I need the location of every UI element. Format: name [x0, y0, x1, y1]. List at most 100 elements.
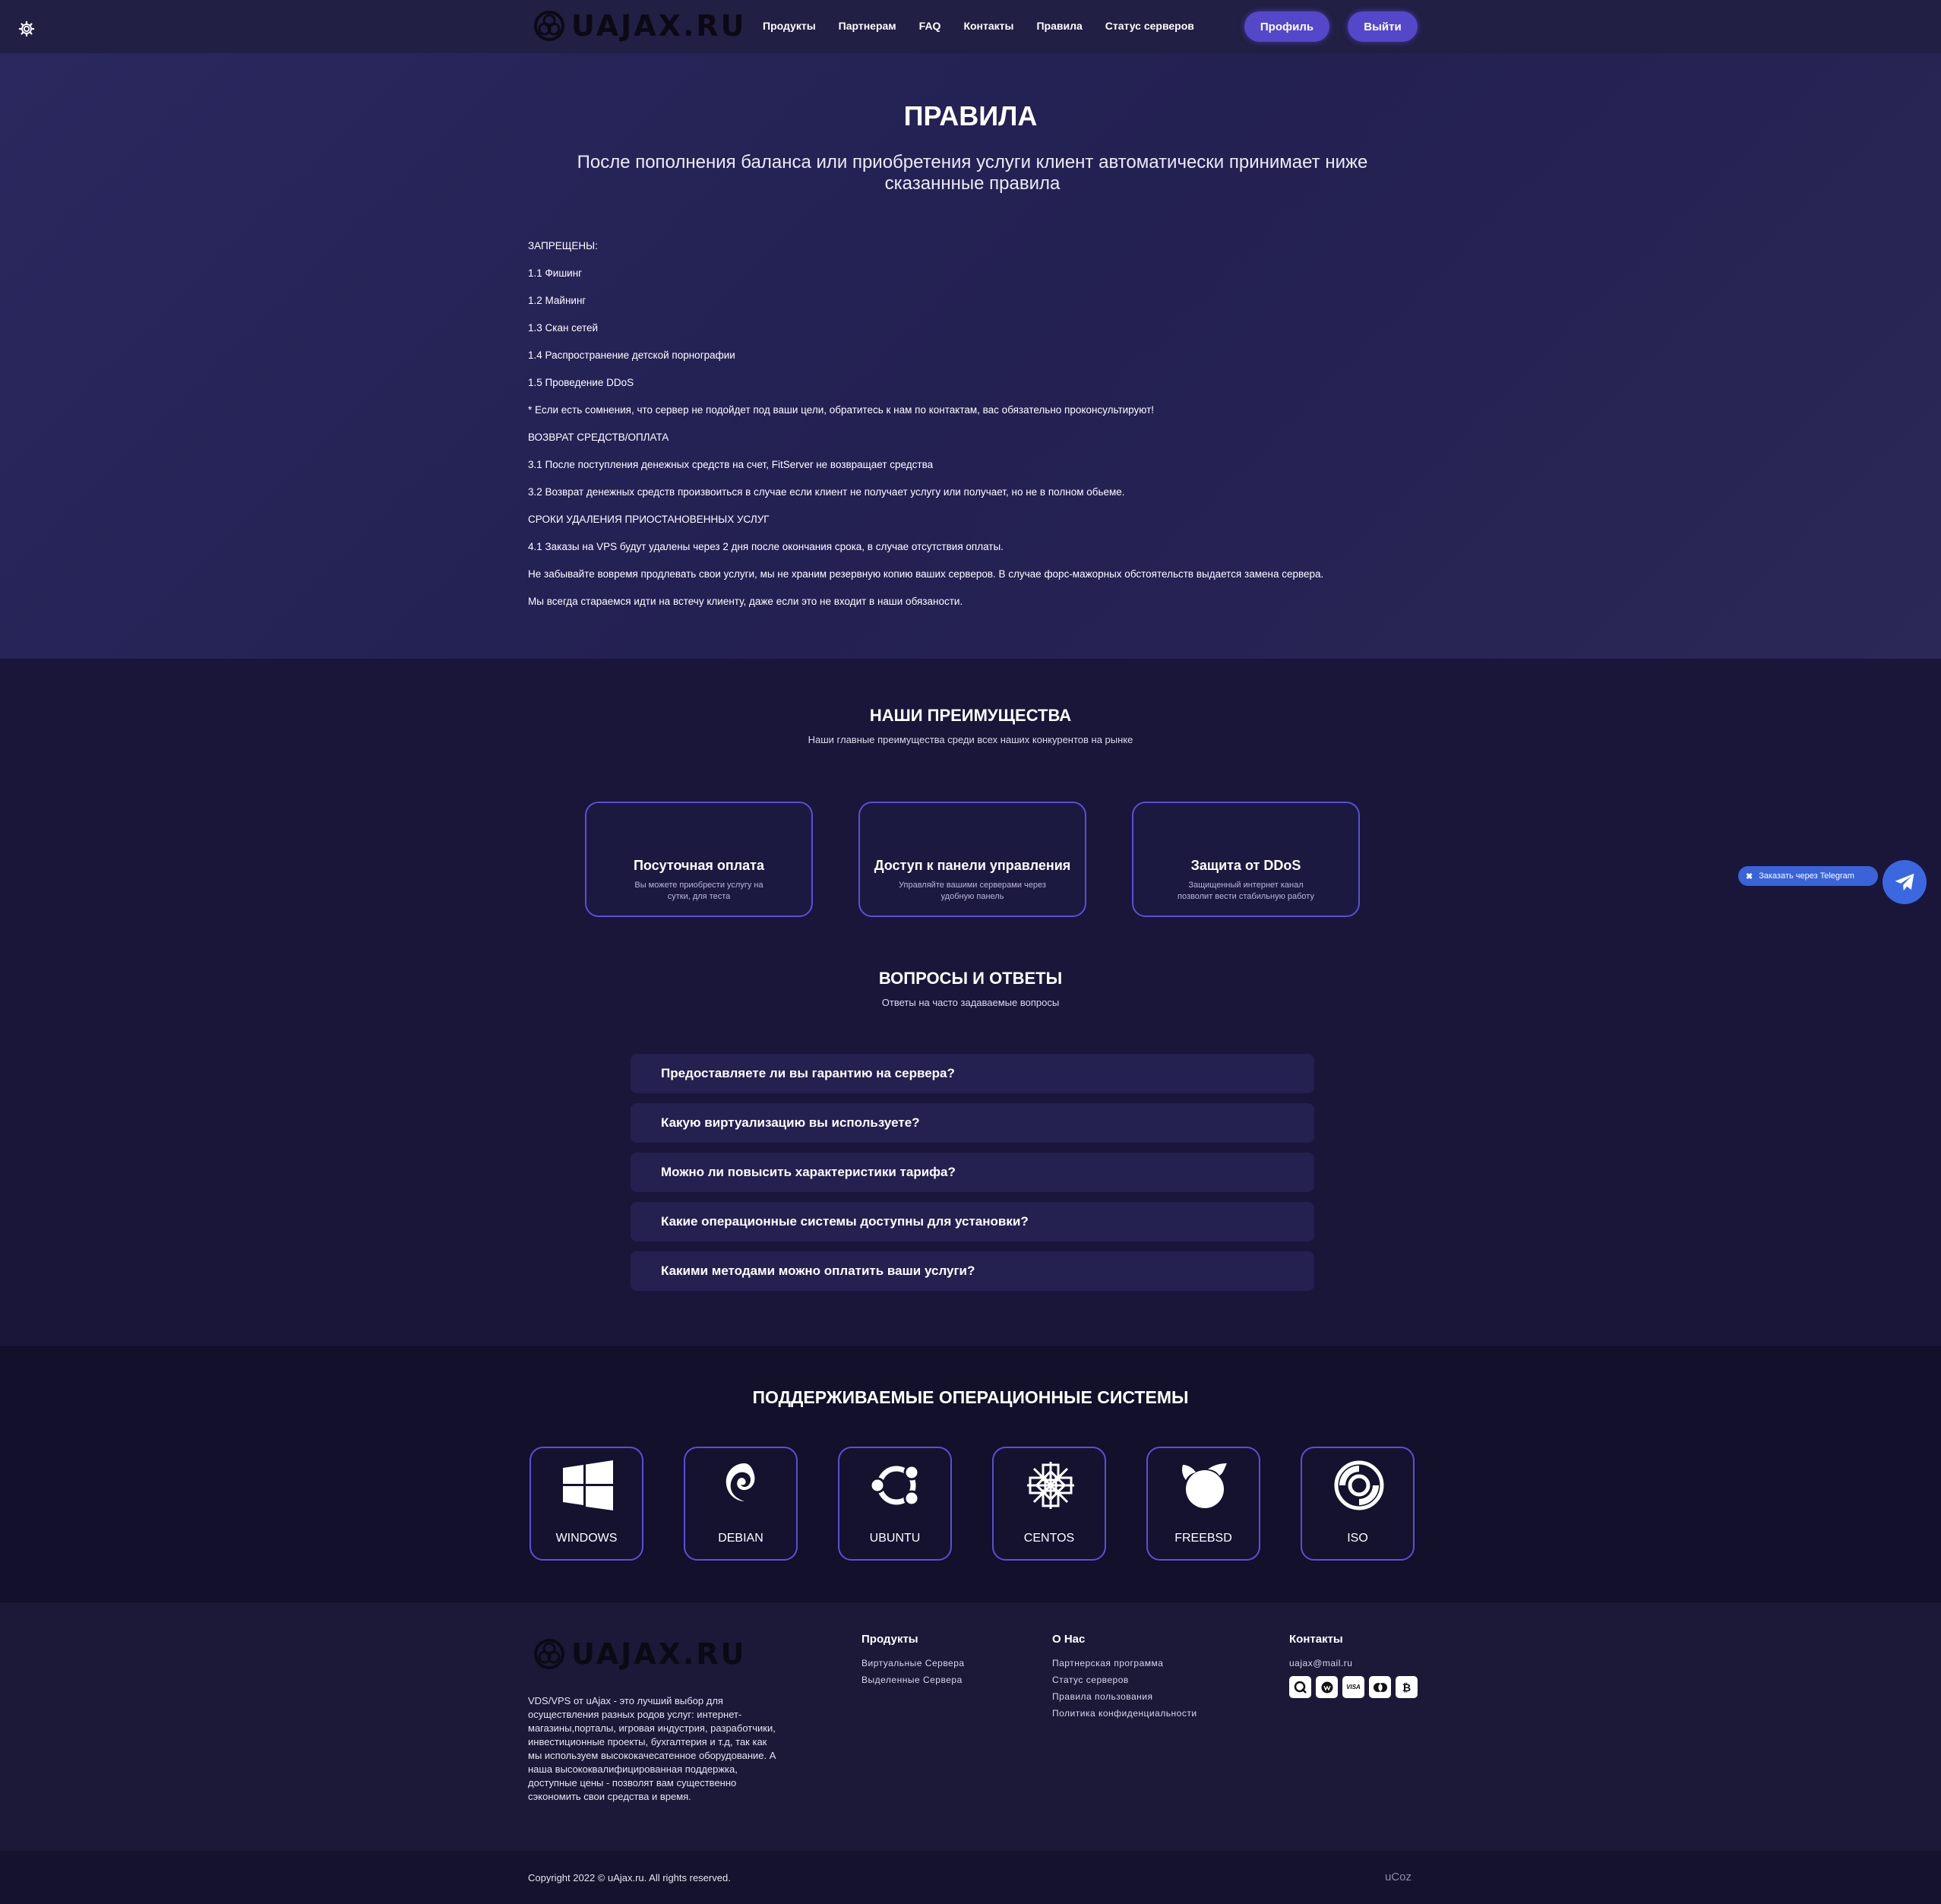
rules-line: 3.2 Возврат денежных средств произвоитьс… — [528, 486, 1125, 498]
advantage-card-text: Вы можете приобрести услугу на сутки, дл… — [634, 881, 763, 901]
advantages-title: НАШИ ПРЕИМУЩЕСТВА — [869, 706, 1072, 725]
os-card-centos[interactable]: CENTOS — [992, 1447, 1106, 1561]
site-logo[interactable]: UAJAX.RU — [533, 9, 747, 43]
advantage-card-daily-payment: Посуточная оплата Вы можете приобрести у… — [585, 802, 813, 917]
rules-line: ВОЗВРАТ СРЕДСТВ/ОПЛАТА — [528, 432, 669, 443]
footer-products-title: Продукты — [861, 1633, 918, 1646]
rules-line: 1.2 Майнинг — [528, 295, 586, 306]
bitcoin-icon: ₿ — [1396, 1676, 1418, 1698]
advantage-card-ddos: Защита от DDoS Защищенный интернет канал… — [1132, 802, 1360, 917]
os-label: CENTOS — [1023, 1532, 1075, 1545]
faq-item[interactable]: Какие операционные системы доступны для … — [631, 1202, 1314, 1241]
logo-text: UAJAX.RU — [571, 1637, 747, 1671]
footer: UAJAX.RU VDS/VPS от uAjax - это лучший в… — [0, 1602, 1941, 1851]
rules-line: ЗАПРЕЩЕНЫ: — [528, 240, 598, 251]
rules-line: 1.1 Фишинг — [528, 267, 583, 279]
profile-button[interactable]: Профиль — [1244, 11, 1329, 42]
rules-line: 1.5 Проведение DDoS — [528, 377, 634, 388]
webmoney-icon — [1316, 1676, 1338, 1698]
advantage-card-text: Управляйте вашими серверами через удобну… — [899, 881, 1046, 901]
footer-about: О Нас Партнерская программа Статус серве… — [1052, 1633, 1197, 1722]
visa-icon: VISA — [1342, 1676, 1364, 1698]
mastercard-icon — [1369, 1676, 1391, 1698]
footer-about-title: О Нас — [1052, 1633, 1086, 1646]
nav-contacts[interactable]: Контакты — [963, 20, 1013, 32]
footer-contacts-title: Контакты — [1289, 1633, 1343, 1646]
rules-line: 4.1 Заказы на VPS будут удалены через 2 … — [528, 541, 1004, 552]
logo-mark-icon — [534, 1639, 564, 1669]
os-label: FREEBSD — [1174, 1532, 1232, 1545]
footer-link[interactable]: Партнерская программа — [1052, 1655, 1197, 1672]
disc-icon — [1334, 1460, 1384, 1510]
os-label: ISO — [1347, 1532, 1368, 1545]
nav-faq[interactable]: FAQ — [919, 20, 941, 32]
rules-line: 1.4 Распространение детской порнографии — [528, 349, 735, 361]
footer-link[interactable]: Статус серверов — [1052, 1672, 1197, 1688]
rules-line: Не забывайте вовремя продлевать свои усл… — [528, 568, 1324, 580]
logo-text: UAJAX.RU — [571, 9, 747, 43]
footer-link[interactable]: Выделенные Сервера — [861, 1672, 965, 1688]
footer-email[interactable]: uajax@mail.ru — [1289, 1655, 1418, 1672]
freebsd-icon — [1182, 1463, 1227, 1508]
top-header: UAJAX.RU Продукты Партнерам FAQ Контакты… — [0, 0, 1941, 53]
nav-rules[interactable]: Правила — [1036, 20, 1082, 32]
rules-subtitle: После пополнения баланса или приобретени… — [577, 152, 1368, 194]
bottom-bar: Copyright 2022 © uAjax.ru. All rights re… — [0, 1851, 1941, 1904]
faq-item[interactable]: Можно ли повысить характеристики тарифа? — [631, 1153, 1314, 1192]
qiwi-icon — [1289, 1676, 1311, 1698]
telegram-order-badge[interactable]: ✖ Заказать через Telegram — [1738, 866, 1878, 886]
main-nav: Продукты Партнерам FAQ Контакты Правила … — [763, 20, 1194, 32]
footer-contacts: Контакты uajax@mail.ru VISA ₿ — [1289, 1633, 1418, 1698]
advantage-card-text: Защищенный интернет канал позволит вести… — [1178, 881, 1314, 901]
ucoz-link[interactable]: uCoz — [1385, 1871, 1411, 1883]
rules-line: 1.3 Скан сетей — [528, 322, 599, 334]
faq-item[interactable]: Предоставляете ли вы гарантию на сервера… — [631, 1054, 1314, 1093]
paper-plane-icon — [1895, 873, 1914, 891]
footer-description: VDS/VPS от uAjax - это лучший выбор для … — [528, 1695, 776, 1802]
os-card-iso[interactable]: ISO — [1301, 1447, 1415, 1561]
close-icon[interactable]: ✖ — [1746, 871, 1753, 881]
os-card-ubuntu[interactable]: UBUNTU — [838, 1447, 952, 1561]
debian-icon — [726, 1463, 755, 1501]
os-section: ПОДДЕРЖИВАЕМЫЕ ОПЕРАЦИОННЫЕ СИСТЕМЫ WIND… — [0, 1346, 1941, 1602]
footer-link[interactable]: Виртуальные Сервера — [861, 1655, 965, 1672]
rules-section: ПРАВИЛА После пополнения баланса или при… — [0, 53, 1941, 659]
footer-logo[interactable]: UAJAX.RU — [533, 1637, 747, 1671]
faq-item[interactable]: Какими методами можно оплатить ваши услу… — [631, 1251, 1314, 1291]
faq-title: ВОПРОСЫ И ОТВЕТЫ — [878, 969, 1063, 988]
advantage-card-title: Защита от DDoS — [1190, 858, 1301, 873]
rules-line: СРОКИ УДАЛЕНИЯ ПРИОСТАНОВЕННЫХ УСЛУГ — [528, 514, 770, 525]
rules-line: * Если есть сомнения, что сервер не подо… — [528, 404, 1155, 416]
page-title: ПРАВИЛА — [903, 100, 1038, 131]
rules-list: ЗАПРЕЩЕНЫ: 1.1 Фишинг 1.2 Майнинг 1.3 Ск… — [528, 240, 1668, 623]
os-label: DEBIAN — [718, 1532, 763, 1545]
rules-line: Мы всегда стараемся идти на встечу клиен… — [528, 596, 963, 607]
rules-line: 3.1 После поступления денежных средств н… — [528, 459, 934, 470]
centos-icon — [1027, 1462, 1074, 1509]
logout-button[interactable]: Выйти — [1348, 11, 1418, 42]
nav-server-status[interactable]: Статус серверов — [1105, 20, 1194, 32]
faq-subtitle: Ответы на часто задаваемые вопросы — [881, 997, 1060, 1008]
nav-partners[interactable]: Партнерам — [839, 20, 896, 32]
windows-icon — [563, 1460, 613, 1510]
copyright: Copyright 2022 © uAjax.ru. All rights re… — [528, 1872, 731, 1883]
telegram-order-label: Заказать через Telegram — [1759, 871, 1854, 881]
advantage-card-title: Посуточная оплата — [633, 858, 765, 873]
nav-products[interactable]: Продукты — [763, 20, 816, 32]
os-card-freebsd[interactable]: FREEBSD — [1146, 1447, 1260, 1561]
advantages-subtitle: Наши главные преимущества среди всех наш… — [808, 734, 1133, 745]
payment-icons: VISA ₿ — [1289, 1676, 1418, 1698]
os-card-windows[interactable]: WINDOWS — [530, 1447, 643, 1561]
faq-item[interactable]: Какую виртуализацию вы используете? — [631, 1103, 1314, 1143]
footer-link[interactable]: Политика конфиденциальности — [1052, 1705, 1197, 1722]
gear-icon[interactable] — [18, 21, 35, 37]
os-card-debian[interactable]: DEBIAN — [684, 1447, 798, 1561]
advantage-card-control-panel: Доступ к панели управления Управляйте ва… — [858, 802, 1086, 917]
advantages-section: НАШИ ПРЕИМУЩЕСТВА Наши главные преимущес… — [0, 659, 1941, 1346]
os-label: WINDOWS — [555, 1532, 618, 1545]
advantage-card-title: Доступ к панели управления — [874, 858, 1071, 873]
footer-link[interactable]: Правила пользования — [1052, 1688, 1197, 1705]
telegram-button[interactable] — [1883, 860, 1927, 904]
ubuntu-icon — [870, 1464, 920, 1507]
footer-products: Продукты Виртуальные Сервера Выделенные … — [861, 1633, 965, 1688]
